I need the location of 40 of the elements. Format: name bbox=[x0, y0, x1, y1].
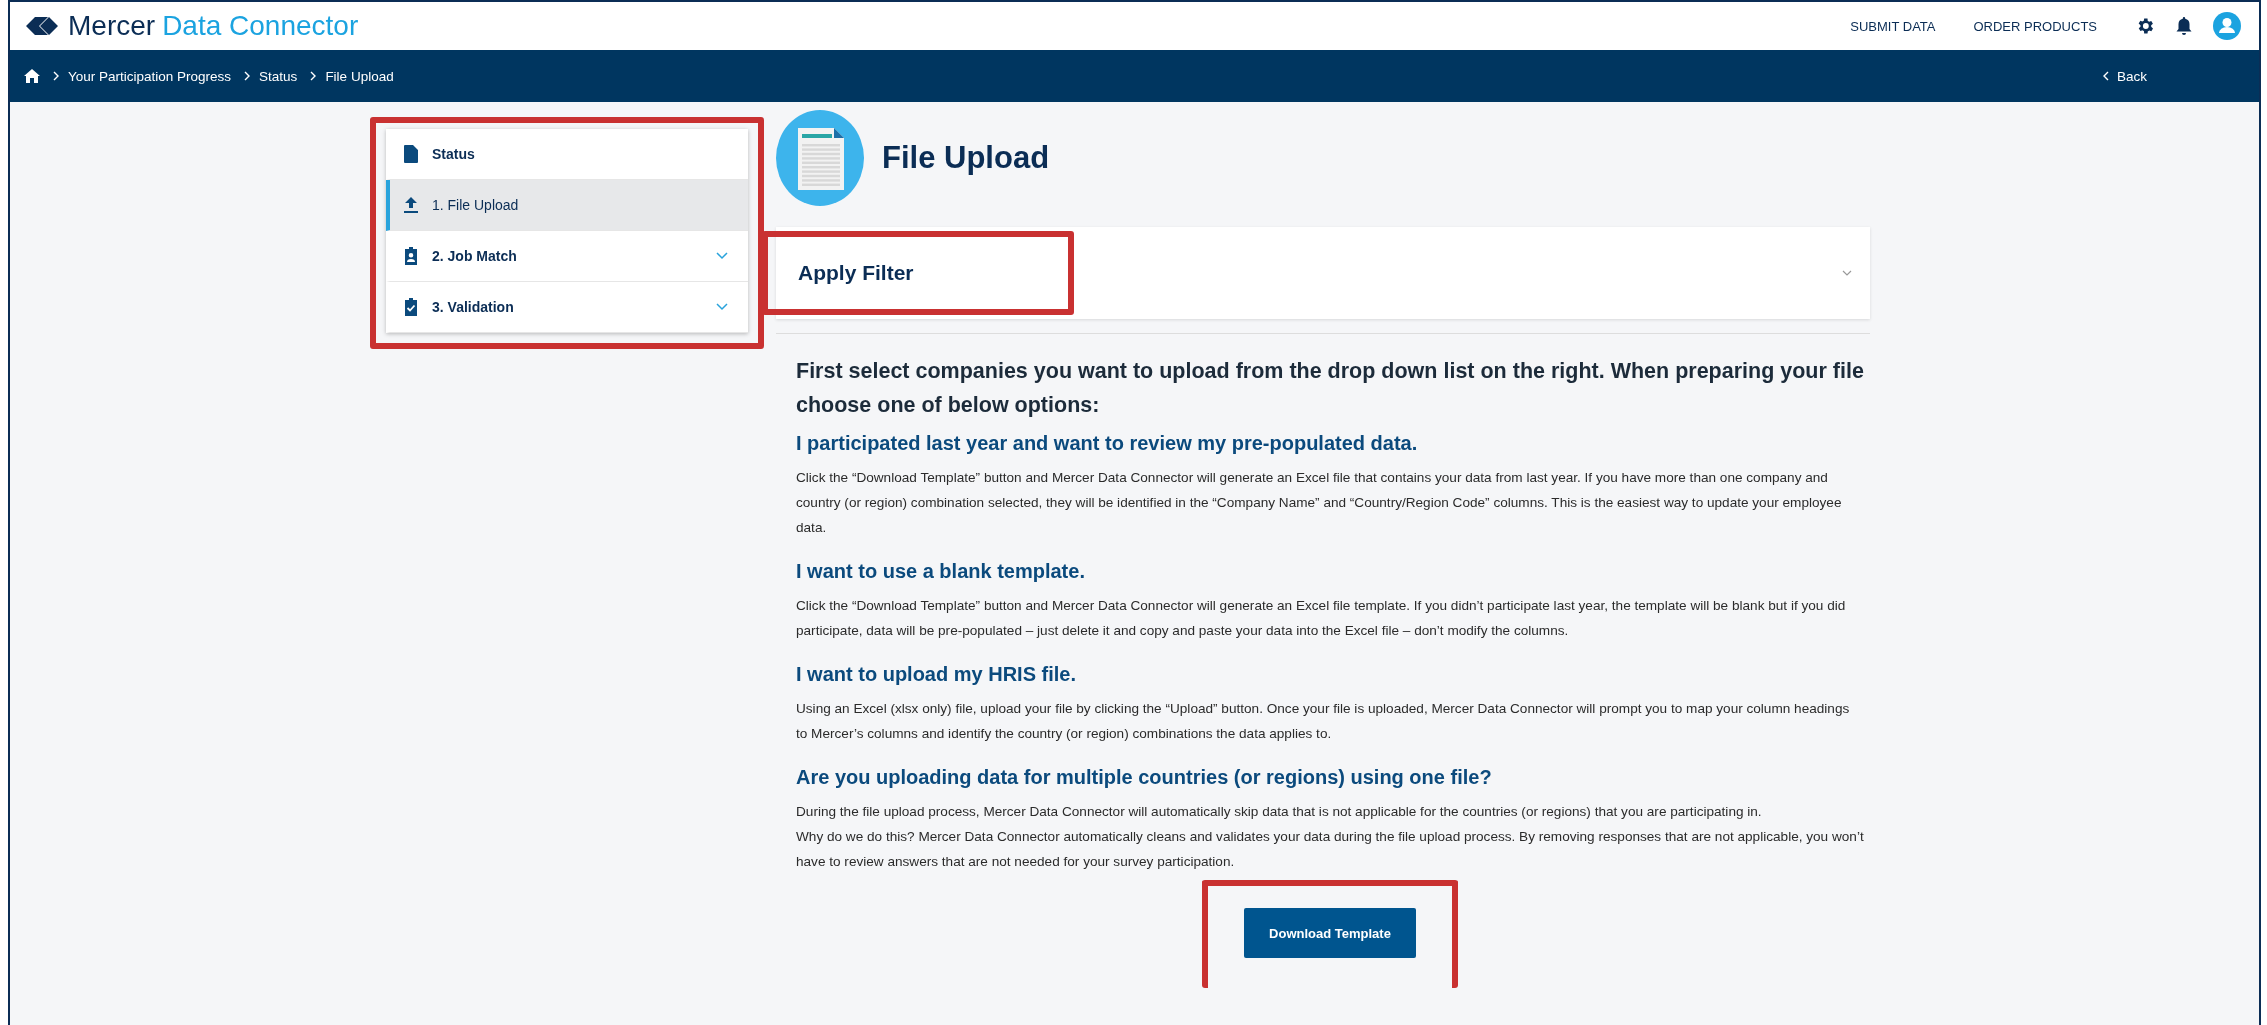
section-heading: I want to use a blank template. bbox=[796, 560, 1086, 583]
page-title: File Upload bbox=[882, 140, 1050, 176]
chevron-right-icon bbox=[53, 71, 59, 81]
user-avatar-icon[interactable] bbox=[2213, 12, 2241, 40]
chevron-down-icon bbox=[716, 252, 728, 260]
nav-link[interactable]: SUBMIT DATA bbox=[1850, 18, 1936, 34]
chevron-down-icon[interactable] bbox=[1842, 270, 1852, 276]
breadcrumb-link[interactable]: Your Participation Progress bbox=[68, 68, 232, 84]
intro-text: First select companies you want to upload from the drop down list on the right. When preparing your file choose one of below options: bbox=[796, 358, 1864, 419]
paragraph: Why do we do this? Mercer Data Connector automatically cleans and validates your data during the file upload process. By removing responses that are not applicable, you won’t have to review answers that are not needed for your survey participation. bbox=[796, 828, 1864, 871]
product-name: Data Connector bbox=[162, 10, 359, 42]
bell-icon[interactable] bbox=[2175, 16, 2193, 36]
logo-icon bbox=[24, 15, 60, 37]
spreadsheet-icon bbox=[776, 110, 864, 206]
breadcrumb-link[interactable]: File Upload bbox=[325, 68, 394, 84]
home-icon[interactable] bbox=[24, 69, 40, 83]
chevron-right-icon bbox=[310, 71, 317, 81]
upload-icon bbox=[404, 197, 418, 213]
id-badge-icon bbox=[404, 247, 418, 265]
step-item[interactable]: 2. Job Match bbox=[386, 231, 748, 282]
section-heading: I participated last year and want to review my pre-populated data. bbox=[796, 432, 1419, 455]
clipboard-check-icon bbox=[404, 298, 418, 316]
filter-label: Apply Filter bbox=[798, 261, 914, 285]
chevron-down-icon bbox=[716, 303, 728, 311]
chevron-left-icon bbox=[2103, 71, 2109, 81]
nav-link[interactable]: ORDER PRODUCTS bbox=[1973, 18, 2097, 34]
step-item[interactable]: 1. File Upload bbox=[386, 180, 748, 231]
back-link[interactable]: Back bbox=[2103, 68, 2147, 84]
paragraph: Using an Excel (xlsx only) file, upload your file by clicking the “Upload” button. Once your file is uploaded, Mercer Data Connector will prompt you to map your column headings to Mercer’s columns and identify the country (or region) combinations the data applies to. bbox=[796, 700, 1851, 743]
chevron-right-icon bbox=[244, 71, 251, 81]
section-heading: I want to upload my HRIS file. bbox=[796, 663, 1078, 686]
section-heading: Are you uploading data for multiple countries (or regions) using one file? bbox=[796, 766, 1493, 789]
paragraph: Click the “Download Template” button and Mercer Data Connector will generate an Excel file that contains your data from last year. If you have more than one company and country (or region) combination selected, they will be identified in the “Company Name” and “Country/Region Code” columns. This is the easiest way to update your employee data. bbox=[796, 469, 1843, 537]
breadcrumb-link[interactable]: Status bbox=[259, 68, 298, 84]
step-item[interactable]: 3. Validation bbox=[386, 282, 748, 333]
brand-name: Mercer bbox=[68, 10, 156, 42]
paragraph: Click the “Download Template” button and Mercer Data Connector will generate an Excel file template. If you didn’t participate last year, the template will be blank but if you did participate, data will be pre-populated – just delete it and copy and paste your data into the Excel file – don’t modify the columns. bbox=[796, 597, 1847, 640]
download-template-button[interactable]: Download Template bbox=[1244, 908, 1416, 958]
paragraph: During the file upload process, Mercer Data Connector will automatically skip data that is not applicable for the countries (or regions) that you are participating in. bbox=[796, 803, 1763, 821]
document-icon bbox=[404, 145, 418, 163]
